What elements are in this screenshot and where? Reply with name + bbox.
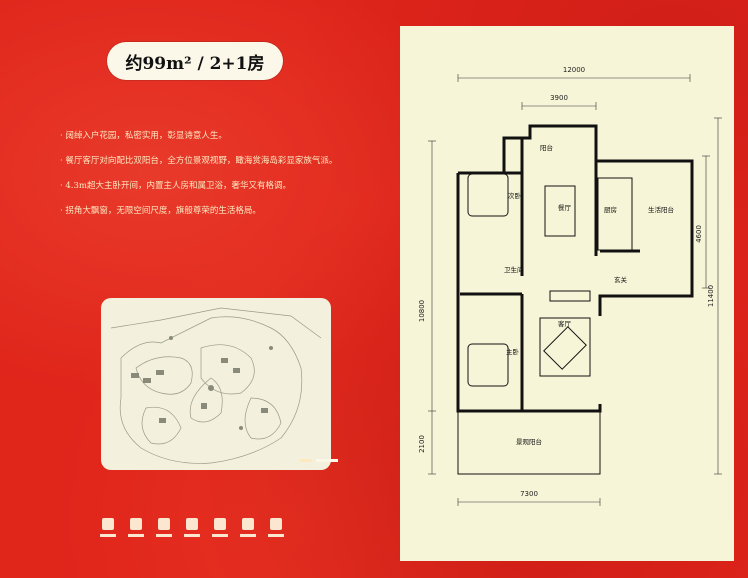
feature-item: · 4.3m超大主卧开间，内置主人房和属卫浴，奢华又有格调。 [60, 181, 291, 191]
site-plan-map [101, 298, 331, 470]
feature-item: · 阔绰入户花园，私密实用，彰显诗意人生。 [60, 131, 227, 141]
dim-bottom: 7300 [520, 490, 538, 498]
feature-item: · 餐厅客厅对向配比双阳台，全方位景观视野，瞰海赏海岛彩显家族气派。 [60, 156, 338, 166]
floor-plan-panel: 12000 3900 10800 2100 4600 11400 7300 阳台… [400, 26, 734, 561]
room-foyer: 玄关 [614, 275, 628, 284]
dim-top-inner: 3900 [550, 94, 568, 102]
room-balcony-top: 阳台 [540, 143, 553, 152]
building-icon [98, 518, 118, 540]
room-dining: 餐厅 [558, 203, 572, 212]
room-master-bedroom: 主卧 [506, 347, 520, 356]
dim-left-lower: 2100 [418, 435, 426, 453]
sail-icon [154, 518, 174, 540]
room-kitchen: 厨房 [604, 205, 617, 214]
site-plan-legend [300, 458, 340, 464]
room-living: 客厅 [558, 319, 572, 328]
room-bathroom: 卫生间 [504, 265, 524, 274]
unit-title-badge: 约99m² / 2+1房 [107, 42, 283, 80]
feature-list: · 阔绰入户花园，私密实用，彰显诗意人生。 · 餐厅客厅对向配比双阳台，全方位景… [60, 130, 390, 230]
dim-right-upper: 4600 [695, 225, 703, 243]
room-utility-balcony: 生活阳台 [648, 205, 674, 214]
camera-icon [210, 518, 230, 540]
tower-icon [126, 518, 146, 540]
floor-plan-drawing: 12000 3900 10800 2100 4600 11400 7300 阳台… [418, 66, 722, 506]
resort-icon [238, 518, 258, 540]
dim-top-total: 12000 [563, 66, 585, 74]
amenity-icon-row [98, 518, 298, 542]
room-second-bedroom: 次卧 [508, 191, 522, 200]
feature-item: · 拐角大飘窗，无限空间尺度，旗般尊荣的生活格局。 [60, 206, 261, 216]
ship-icon [182, 518, 202, 540]
unit-title: 约99m² / 2+1房 [125, 53, 265, 74]
dim-left-total: 10800 [418, 300, 426, 322]
temple-icon [266, 518, 286, 540]
room-view-balcony: 景观阳台 [516, 437, 542, 446]
dim-right-total: 11400 [707, 285, 715, 307]
